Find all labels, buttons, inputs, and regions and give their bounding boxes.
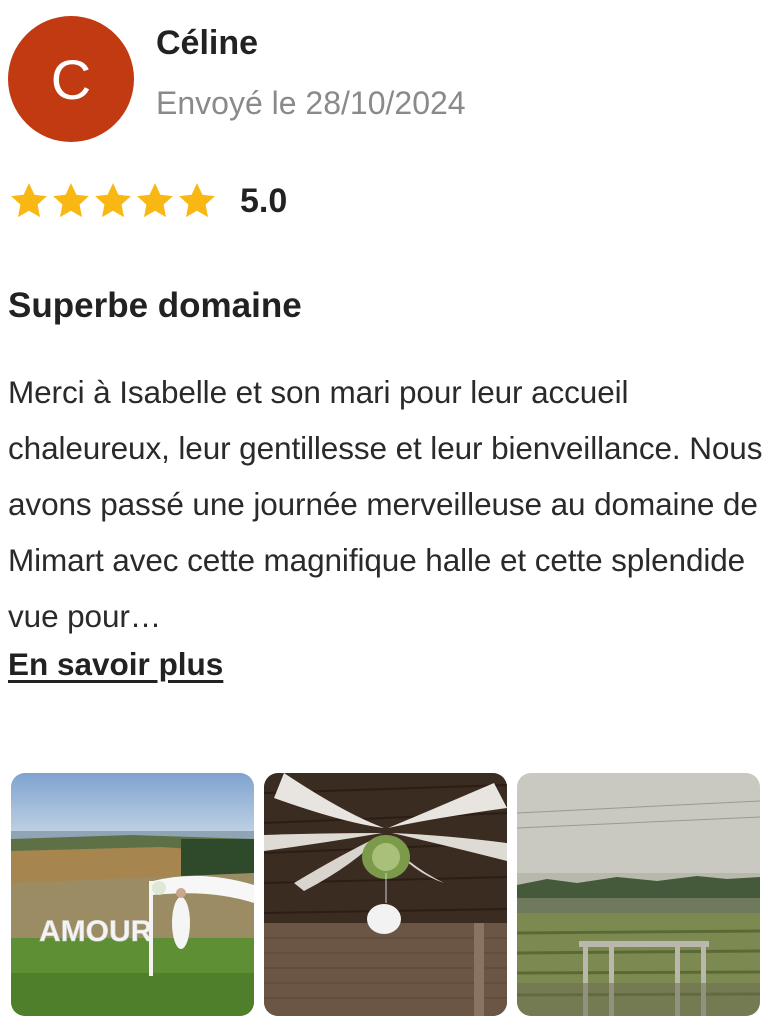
rating-value: 5.0	[240, 181, 288, 220]
reviewer-name: Céline	[156, 24, 259, 62]
photo-vineyard-view[interactable]	[517, 773, 760, 1016]
star-icon	[137, 183, 173, 218]
photo-vineyard-image	[517, 773, 760, 1016]
photo-hall-ceiling[interactable]	[264, 773, 507, 1016]
avatar: C	[8, 16, 134, 142]
photo-amour-letters[interactable]: AMOUR	[11, 773, 254, 1016]
review-title: Superbe domaine	[8, 286, 302, 325]
photo-amour-caption: AMOUR	[39, 915, 153, 948]
review-date: Envoyé le 28/10/2024	[156, 85, 466, 121]
avatar-letter: C	[50, 47, 92, 111]
review-body: Merci à Isabelle et son mari pour leur a…	[8, 374, 763, 634]
star-rating	[8, 180, 218, 222]
star-icon	[179, 183, 215, 218]
read-more-link[interactable]: En savoir plus	[8, 646, 223, 683]
star-icon	[53, 183, 89, 218]
star-icon	[95, 183, 131, 218]
rating: 5.0	[8, 180, 287, 222]
photo-hall-image	[264, 773, 507, 1016]
photo-gallery: AMOUR	[11, 773, 760, 1016]
star-icon	[11, 183, 47, 218]
photo-amour-image: AMOUR	[11, 773, 254, 1016]
